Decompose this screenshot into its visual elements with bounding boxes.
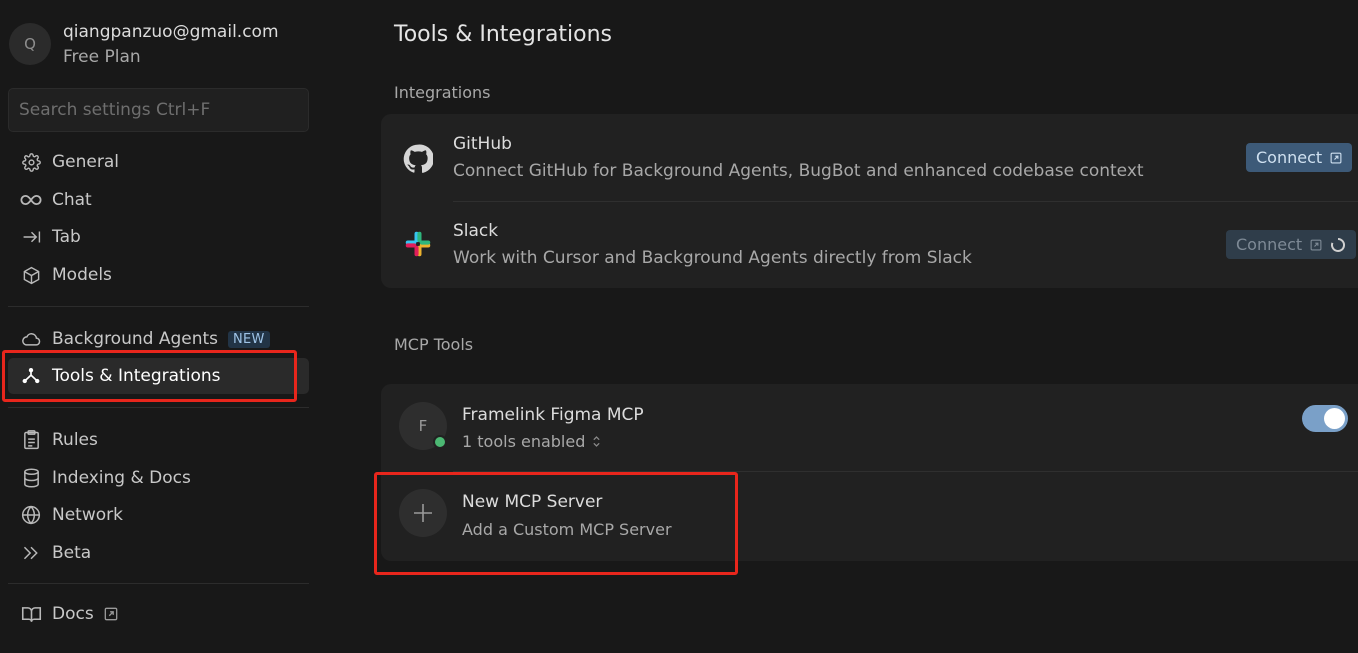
external-link-icon bbox=[104, 607, 118, 621]
sidebar-item-label: Chat bbox=[52, 190, 92, 210]
sidebar-item-tools-integrations[interactable]: Tools & Integrations bbox=[8, 358, 309, 394]
sidebar-item-models[interactable]: Models bbox=[8, 257, 309, 293]
sidebar-item-tab[interactable]: Tab bbox=[8, 219, 309, 255]
arrow-to-line-icon bbox=[20, 226, 42, 248]
sidebar-item-label: Docs bbox=[52, 604, 94, 624]
integrations-card: GitHub Connect GitHub for Background Age… bbox=[381, 114, 1358, 288]
sidebar-item-background-agents[interactable]: Background Agents NEW bbox=[8, 321, 309, 357]
infinity-icon bbox=[20, 189, 42, 211]
integration-name: GitHub bbox=[453, 134, 512, 154]
user-profile[interactable]: Q qiangpanzuo@gmail.com Free Plan bbox=[9, 20, 279, 70]
sidebar-item-rules[interactable]: Rules bbox=[8, 422, 309, 458]
integration-description: Work with Cursor and Background Agents d… bbox=[453, 248, 972, 268]
mcp-tools-section-label: MCP Tools bbox=[394, 335, 474, 354]
sidebar-item-label: Models bbox=[52, 265, 112, 285]
double-chevron-right-icon bbox=[20, 542, 42, 564]
sidebar-item-docs[interactable]: Docs bbox=[8, 596, 309, 632]
user-plan: Free Plan bbox=[63, 47, 141, 67]
integration-row-github: GitHub Connect GitHub for Background Age… bbox=[381, 114, 1358, 201]
sidebar-divider bbox=[8, 306, 309, 307]
new-mcp-server-title: New MCP Server bbox=[462, 492, 603, 512]
avatar: Q bbox=[9, 23, 51, 65]
page-title: Tools & Integrations bbox=[394, 22, 613, 47]
cloud-icon bbox=[20, 328, 42, 350]
chevron-up-down-icon bbox=[592, 435, 601, 448]
book-open-icon bbox=[20, 603, 42, 625]
integration-name: Slack bbox=[453, 221, 499, 241]
loading-spinner-icon bbox=[1330, 237, 1346, 253]
network-nodes-icon bbox=[20, 365, 42, 387]
mcp-server-row: F Framelink Figma MCP 1 tools enabled bbox=[381, 384, 1358, 471]
integration-row-slack: Slack Work with Cursor and Background Ag… bbox=[381, 202, 1358, 288]
sidebar-item-network[interactable]: Network bbox=[8, 497, 309, 533]
mcp-tools-card: F Framelink Figma MCP 1 tools enabled Ne… bbox=[381, 384, 1358, 561]
sidebar-item-label: Rules bbox=[52, 430, 98, 450]
sidebar-item-label: Background Agents bbox=[52, 329, 218, 349]
external-link-icon bbox=[1330, 152, 1342, 164]
user-email: qiangpanzuo@gmail.com bbox=[63, 22, 279, 42]
new-badge: NEW bbox=[228, 330, 270, 348]
mcp-server-name: Framelink Figma MCP bbox=[462, 405, 644, 425]
gear-icon bbox=[20, 151, 42, 173]
sidebar-item-general[interactable]: General bbox=[8, 144, 309, 180]
sidebar-item-beta[interactable]: Beta bbox=[8, 535, 309, 571]
new-mcp-server-subtitle: Add a Custom MCP Server bbox=[462, 520, 672, 539]
globe-icon bbox=[20, 504, 42, 526]
github-icon bbox=[403, 144, 434, 178]
mcp-server-toggle[interactable] bbox=[1302, 405, 1348, 432]
toggle-knob bbox=[1324, 408, 1345, 429]
tools-enabled-dropdown[interactable]: 1 tools enabled bbox=[462, 432, 601, 451]
slack-icon bbox=[404, 230, 432, 262]
sidebar-item-label: Network bbox=[52, 505, 123, 525]
external-link-icon bbox=[1310, 239, 1322, 251]
sidebar-item-indexing-docs[interactable]: Indexing & Docs bbox=[8, 460, 309, 496]
database-icon bbox=[20, 467, 42, 489]
sidebar-item-label: General bbox=[52, 152, 119, 172]
new-mcp-server-row[interactable]: New MCP Server Add a Custom MCP Server bbox=[381, 472, 1358, 561]
github-connect-button[interactable]: Connect bbox=[1246, 143, 1353, 172]
sidebar-item-label: Indexing & Docs bbox=[52, 468, 191, 488]
tools-enabled-label: 1 tools enabled bbox=[462, 432, 586, 451]
connect-button-label: Connect bbox=[1236, 235, 1303, 254]
sidebar-item-chat[interactable]: Chat bbox=[8, 182, 309, 218]
plus-icon bbox=[399, 489, 447, 537]
sidebar-item-label: Beta bbox=[52, 543, 92, 563]
connect-button-label: Connect bbox=[1256, 148, 1323, 167]
clipboard-icon bbox=[20, 429, 42, 451]
settings-sidebar: Q qiangpanzuo@gmail.com Free Plan Genera… bbox=[0, 0, 320, 653]
sidebar-divider bbox=[8, 407, 309, 408]
integrations-section-label: Integrations bbox=[394, 83, 491, 102]
sidebar-item-label: Tab bbox=[52, 227, 81, 247]
status-online-dot bbox=[433, 435, 447, 449]
sidebar-item-label: Tools & Integrations bbox=[52, 366, 221, 386]
cube-icon bbox=[20, 264, 42, 286]
sidebar-divider bbox=[8, 583, 309, 584]
slack-connect-button[interactable]: Connect bbox=[1226, 230, 1357, 259]
search-settings-input[interactable] bbox=[8, 88, 309, 132]
integration-description: Connect GitHub for Background Agents, Bu… bbox=[453, 161, 1144, 181]
